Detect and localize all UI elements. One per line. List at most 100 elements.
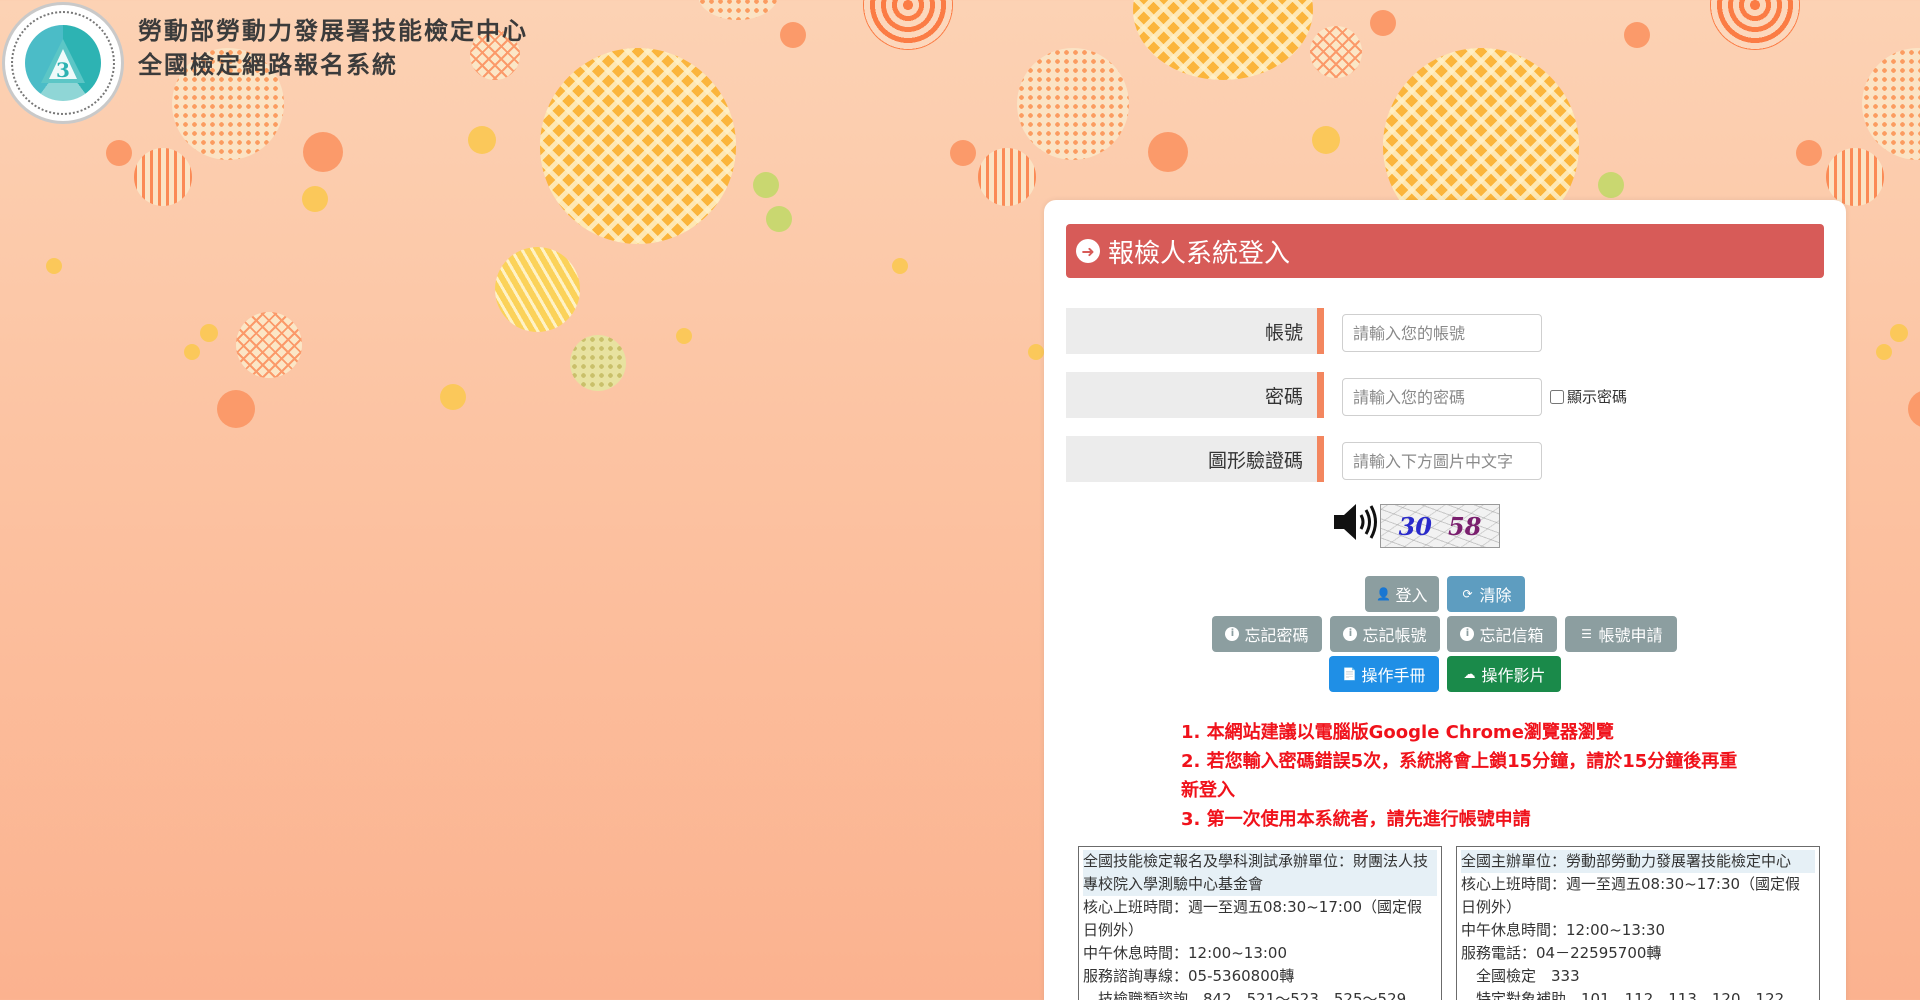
account-input[interactable] bbox=[1342, 314, 1542, 352]
forgot-password-label: 忘記密碼 bbox=[1244, 626, 1309, 645]
decor-circle bbox=[978, 148, 1036, 206]
decor-circle bbox=[1890, 324, 1908, 342]
decor-circle bbox=[303, 132, 343, 172]
speaker-icon[interactable] bbox=[1332, 502, 1378, 542]
manual-button[interactable]: 📄 操作手冊 bbox=[1329, 656, 1439, 692]
info-line: 服務電話：04－22595700轉 bbox=[1461, 944, 1662, 962]
forgot-password-button[interactable]: i 忘記密碼 bbox=[1212, 616, 1322, 652]
show-password-toggle[interactable]: 顯示密碼 bbox=[1550, 386, 1627, 407]
apply-account-label: 帳號申請 bbox=[1598, 626, 1663, 645]
notice-item: 2. 若您輸入密碼錯誤5次，系統將會上鎖15分鐘，請於15分鐘後再重新登入 bbox=[1181, 751, 1738, 801]
decor-circle bbox=[1148, 132, 1188, 172]
info-line: 全國主辦單位：勞動部勞動力發展署技能檢定中心 bbox=[1461, 850, 1815, 873]
decor-circle bbox=[570, 335, 626, 391]
password-input[interactable] bbox=[1342, 378, 1542, 416]
site-title: 勞動部勞動力發展署技能檢定中心 全國檢定網路報名系統 bbox=[138, 14, 528, 82]
list-icon: ☰ bbox=[1581, 627, 1592, 641]
decor-circle bbox=[892, 258, 908, 274]
decor-circle bbox=[540, 48, 736, 244]
decor-circle bbox=[863, 0, 953, 50]
logo-ring bbox=[11, 11, 115, 115]
login-panel: ➜ 報檢人系統登入 帳號 密碼 顯示密碼 圖形驗證碼 30 58 👤 登入 ⟳ … bbox=[1044, 200, 1846, 1000]
decor-circle bbox=[1598, 172, 1624, 198]
info-line: 技檢職類諮詢 842、521～523、525～529 bbox=[1083, 990, 1407, 1000]
decor-circle bbox=[1310, 26, 1362, 78]
decor-circle bbox=[440, 384, 466, 410]
video-button-label: 操作影片 bbox=[1481, 666, 1546, 685]
account-label: 帳號 bbox=[1066, 308, 1324, 354]
info-line: 中午休息時間：12:00~13:30 bbox=[1461, 921, 1666, 939]
decor-circle bbox=[200, 324, 218, 342]
notice-list: 1. 本網站建議以電腦版Google Chrome瀏覽器瀏覽 2. 若您輸入密碼… bbox=[1181, 718, 1741, 834]
site-title-line1: 勞動部勞動力發展署技能檢定中心 bbox=[138, 16, 528, 45]
video-button[interactable]: ☁ 操作影片 bbox=[1447, 656, 1561, 692]
password-row: 密碼 顯示密碼 bbox=[1066, 372, 1846, 418]
show-password-checkbox[interactable] bbox=[1550, 389, 1564, 404]
captcha-input[interactable] bbox=[1342, 442, 1542, 480]
decor-circle bbox=[302, 186, 328, 212]
circle-arrow-right-icon: ➜ bbox=[1076, 239, 1100, 263]
login-panel-title: 報檢人系統登入 bbox=[1108, 238, 1291, 269]
notice-item: 1. 本網站建議以電腦版Google Chrome瀏覽器瀏覽 bbox=[1181, 722, 1614, 743]
file-icon: 📄 bbox=[1342, 667, 1357, 681]
decor-circle bbox=[1133, 0, 1313, 80]
captcha-text-1: 30 bbox=[1398, 511, 1432, 541]
login-button[interactable]: 👤 登入 bbox=[1365, 576, 1439, 612]
decor-circle bbox=[495, 247, 580, 332]
decor-circle bbox=[134, 148, 192, 206]
decor-circle bbox=[1908, 390, 1920, 428]
captcha-label: 圖形驗證碼 bbox=[1066, 436, 1324, 482]
notice-item: 3. 第一次使用本系統者，請先進行帳號申請 bbox=[1181, 809, 1531, 830]
forgot-account-button[interactable]: i 忘記帳號 bbox=[1330, 616, 1440, 652]
decor-circle bbox=[1312, 126, 1340, 154]
apply-account-button[interactable]: ☰ 帳號申請 bbox=[1565, 616, 1677, 652]
decor-circle bbox=[780, 22, 806, 48]
password-label: 密碼 bbox=[1066, 372, 1324, 418]
decor-circle bbox=[184, 344, 200, 360]
decor-circle bbox=[676, 328, 692, 344]
account-row: 帳號 bbox=[1066, 308, 1846, 354]
clear-button-label: 清除 bbox=[1479, 586, 1512, 605]
login-panel-header: ➜ 報檢人系統登入 bbox=[1066, 224, 1824, 278]
decor-circle bbox=[1624, 22, 1650, 48]
forgot-email-button[interactable]: i 忘記信箱 bbox=[1447, 616, 1557, 652]
decor-circle bbox=[1862, 48, 1920, 160]
decor-circle bbox=[1876, 344, 1892, 360]
decor-circle bbox=[698, 0, 778, 20]
info-line: 中午休息時間：12:00~13:00 bbox=[1083, 944, 1288, 962]
info-line: 特定對象補助 101、112、113、120、122、 bbox=[1461, 990, 1800, 1000]
info-circle-icon: i bbox=[1343, 627, 1358, 641]
decor-circle bbox=[1370, 10, 1396, 36]
decor-circle bbox=[1017, 48, 1129, 160]
forgot-account-label: 忘記帳號 bbox=[1362, 626, 1427, 645]
info-line: 核心上班時間：週一至週五08:30~17:30（國定假日例外） bbox=[1461, 875, 1801, 916]
info-line: 全國檢定 333 bbox=[1461, 967, 1580, 985]
captcha-text-2: 58 bbox=[1448, 511, 1482, 541]
clear-button[interactable]: ⟳ 清除 bbox=[1447, 576, 1525, 612]
decor-circle bbox=[1796, 140, 1822, 166]
info-circle-icon: i bbox=[1225, 627, 1240, 641]
decor-circle bbox=[766, 206, 792, 232]
decor-circle bbox=[753, 172, 779, 198]
decor-circle bbox=[46, 258, 62, 274]
info-line: 服務諮詢專線：05-5360800轉 bbox=[1083, 967, 1295, 985]
decor-circle bbox=[217, 390, 255, 428]
login-button-label: 登入 bbox=[1395, 586, 1428, 605]
show-password-label: 顯示密碼 bbox=[1567, 388, 1628, 406]
info-line: 全國技能檢定報名及學科測試承辦單位：財團法人技專校院入學測驗中心基金會 bbox=[1083, 850, 1437, 896]
decor-circle bbox=[106, 140, 132, 166]
agency-logo: 3 bbox=[2, 2, 124, 124]
decor-circle bbox=[468, 126, 496, 154]
info-line: 核心上班時間：週一至週五08:30~17:00（國定假日例外） bbox=[1083, 898, 1423, 939]
info-box-organizer: 全國主辦單位：勞動部勞動力發展署技能檢定中心 核心上班時間：週一至週五08:30… bbox=[1456, 846, 1820, 1000]
captcha-row: 圖形驗證碼 bbox=[1066, 436, 1846, 482]
decor-circle bbox=[1826, 148, 1884, 206]
decor-circle bbox=[236, 312, 302, 378]
captcha-image: 30 58 bbox=[1380, 504, 1500, 548]
decor-circle bbox=[1710, 0, 1800, 50]
cloud-download-icon: ☁ bbox=[1463, 667, 1476, 681]
manual-button-label: 操作手冊 bbox=[1361, 666, 1426, 685]
info-circle-icon: i bbox=[1460, 627, 1475, 641]
decor-circle bbox=[1028, 344, 1044, 360]
forgot-email-label: 忘記信箱 bbox=[1479, 626, 1544, 645]
